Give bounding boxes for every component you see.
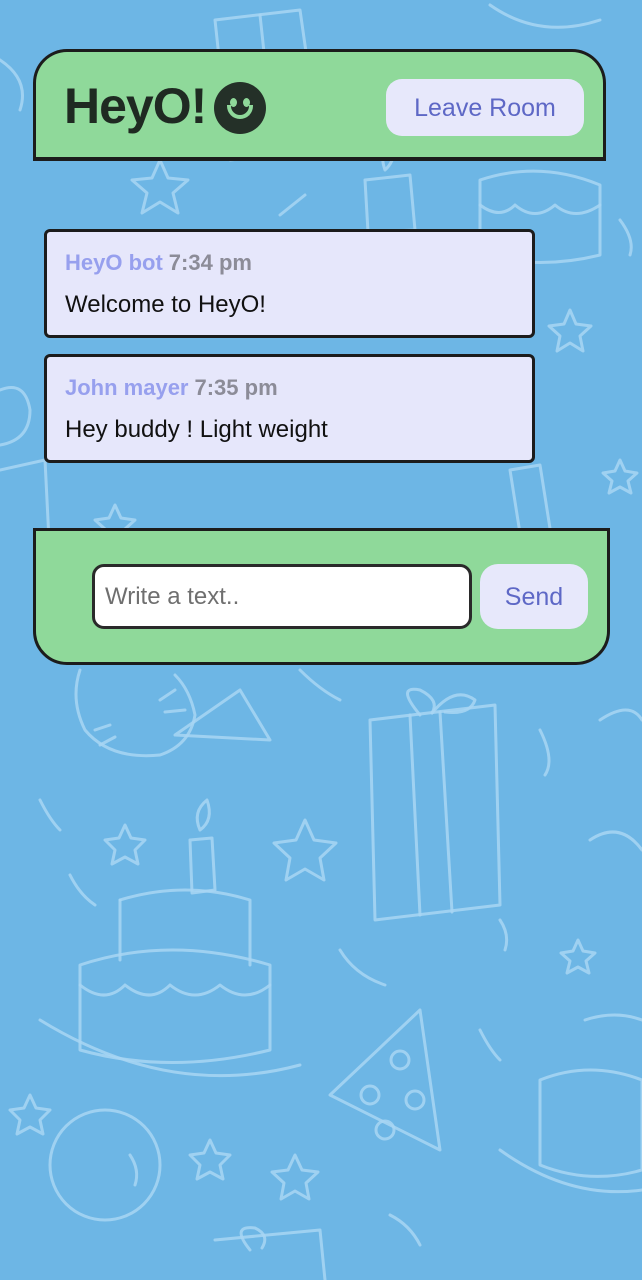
message-time: 7:34 pm — [168, 250, 252, 275]
message-composer: Send — [33, 528, 610, 665]
message-input[interactable] — [92, 564, 472, 629]
leave-room-button[interactable]: Leave Room — [386, 79, 584, 136]
message-text: Hey buddy ! Light weight — [65, 416, 328, 443]
message-author: HeyO bot — [65, 250, 163, 275]
message-text: Welcome to HeyO! — [65, 291, 266, 318]
smiley-mouth — [227, 105, 253, 119]
message-author: John mayer — [65, 375, 189, 400]
room-header: HeyO! Leave Room — [33, 49, 606, 161]
message-meta: John mayer 7:35 pm — [65, 375, 278, 401]
message-time: 7:35 pm — [194, 375, 278, 400]
smiley-face-icon — [214, 82, 266, 134]
message-card: HeyO bot 7:34 pm Welcome to HeyO! — [44, 229, 535, 338]
app-title: HeyO! — [64, 78, 207, 134]
message-meta: HeyO bot 7:34 pm — [65, 250, 252, 276]
message-card: John mayer 7:35 pm Hey buddy ! Light weig… — [44, 354, 535, 463]
send-button[interactable]: Send — [480, 564, 588, 629]
